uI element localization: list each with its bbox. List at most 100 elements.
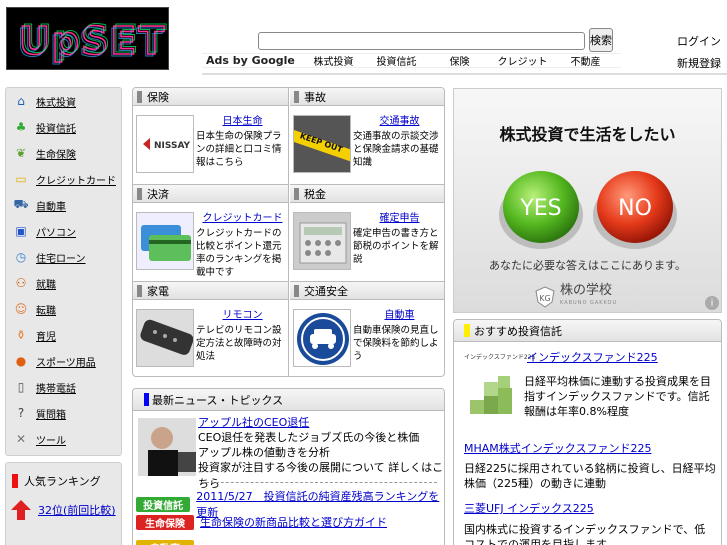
ad-info-icon[interactable]: i (705, 296, 719, 310)
ad-banner[interactable]: 株式投資で生活をしたい YES NO あなたに必要な答えはここにあります。 KG (453, 88, 722, 313)
category-head-text: 保険 (147, 90, 169, 104)
ranking-item-label[interactable]: 32位(前回比較) (38, 502, 116, 518)
red-marker-icon (12, 474, 18, 488)
ads-bar: Ads by Google 株式投資 投資信託 保険 クレジット 不動産 (202, 53, 621, 68)
category-text: クレジットカードの比較とポイント還元率のランキングを掲載中です (196, 228, 282, 278)
sidebar-item-label[interactable]: 質問箱 (36, 406, 66, 421)
sidebar-item-12[interactable]: ▯ 携帯電話 (6, 374, 121, 400)
car-sign-thumbnail[interactable] (293, 309, 351, 367)
fund-link-2[interactable]: MHAM株式インデックスファンド225 (464, 440, 651, 456)
fund-text-2: 日経225に採用されている銘柄に投資し、日経平均株価（225種）の動きに連動 (464, 462, 716, 490)
news-tag-badge[interactable]: 投資信託 (136, 496, 191, 512)
card-icon: ▭ (15, 172, 27, 186)
sidebar-item-13[interactable]: ? 質問箱 (6, 400, 121, 426)
keep-out-tape-thumbnail[interactable]: KEEP OUT (293, 115, 351, 173)
sidebar-item-label[interactable]: 株式投資 (36, 94, 76, 109)
sidebar-item-label[interactable]: 育児 (36, 328, 56, 343)
category-head: 決済 (133, 185, 288, 203)
news-tag-badge[interactable]: 自動車 (136, 540, 194, 545)
ads-by-google-label[interactable]: Ads by Google (202, 54, 302, 67)
sidebar-item-11[interactable]: ● スポーツ用品 (6, 348, 121, 374)
sidebar-item-label[interactable]: 自動車 (36, 198, 66, 213)
sidebar-item-label[interactable]: パソコン (36, 224, 76, 239)
sidebar-item-4[interactable]: ▭ クレジットカード (6, 166, 121, 192)
news-line-1: CEO退任を発表したジョブズ氏の今後と株価 (198, 431, 420, 444)
sidebar-item-5[interactable]: ⛟ 自動車 (6, 192, 121, 218)
sidebar-item-label[interactable]: 就職 (36, 276, 56, 291)
category-text: 交通事故の示談交渉と保険金請求の基礎知識 (353, 131, 439, 168)
fund-text-3: 国内株式に投資するインデックスファンドで、低コストでの運用を目指します (464, 523, 706, 545)
ad-headline: 株式投資で生活をしたい (499, 125, 676, 144)
ad-link-4[interactable]: クレジット (491, 53, 554, 68)
category-head: 交通安全 (290, 282, 444, 300)
question-icon: ? (17, 406, 25, 420)
category-link[interactable]: 日本生命 (199, 112, 286, 127)
news-line-3: 投資家が注目する今後の展開について 詳しくはこちら (198, 461, 444, 490)
category-head: 家電 (133, 282, 288, 300)
ranking-box: 人気ランキング 32位(前回比較) (5, 462, 122, 545)
ranking-title: 人気ランキング (12, 473, 101, 489)
category-text: 自動車保険の見直しで保険料を節約しよう (353, 325, 439, 362)
sidebar-item-label[interactable]: クレジットカード (36, 172, 116, 187)
sidebar-item-2[interactable]: ♣ 投資信託 (6, 114, 121, 140)
news-row: 自動車 (136, 540, 200, 545)
login-link[interactable]: ログイン (677, 33, 721, 49)
ad-subtext: あなたに必要な答えはここにあります。 (489, 259, 686, 272)
sidebar-item-label[interactable]: ツール (36, 432, 66, 447)
search-button[interactable]: 検索 (589, 28, 613, 52)
ad-link-2[interactable]: 投資信託 (365, 53, 428, 68)
house-icon: ⌂ (17, 94, 25, 108)
category-link[interactable]: リモコン (199, 306, 286, 321)
sidebar-item-9[interactable]: ☺ 転職 (6, 296, 121, 322)
fund-link-1[interactable]: インデックスファンド225 (527, 349, 658, 365)
sidebar-item-7[interactable]: ◷ 住宅ローン (6, 244, 121, 270)
sidebar-item-6[interactable]: ▣ パソコン (6, 218, 121, 244)
category-grid: 保険 NISSAY 日本生命 日本生命の保険プランの詳細と口コミ情報はこちら 事故 KEE… (132, 87, 445, 377)
sidebar: ⌂ 株式投資 ♣ 投資信託 ❦ 生命保険 ▭ クレジットカード ⛟ 自動車 ▣ パソコン ◷ 住宅ローン ⚇… (5, 87, 122, 456)
sidebar-item-label[interactable]: スポーツ用品 (36, 354, 96, 369)
calculator-thumbnail[interactable] (293, 212, 351, 270)
up-arrow-icon (11, 500, 31, 520)
shield-logo-icon: KG (535, 286, 555, 308)
ad-link-1[interactable]: 株式投資 (302, 53, 365, 68)
sidebar-item-14[interactable]: ✕ ツール (6, 426, 121, 452)
nissay-logo-thumbnail[interactable]: NISSAY (136, 115, 194, 173)
category-link[interactable]: クレジットカード (199, 209, 286, 224)
news-header-text: 最新ニュース・トピックス (152, 393, 284, 407)
category-head-text: 交通安全 (304, 284, 348, 298)
remote-control-thumbnail[interactable] (136, 309, 194, 367)
sidebar-item-8[interactable]: ⚇ 就職 (6, 270, 121, 296)
register-link[interactable]: 新規登録 (677, 55, 721, 71)
news-line-2: アップル株の値動きを分析 (198, 446, 330, 459)
sidebar-item-label[interactable]: 住宅ローン (36, 250, 86, 265)
ad-link-3[interactable]: 保険 (428, 53, 491, 68)
news-tag-badge[interactable]: 生命保険 (136, 514, 194, 530)
sidebar-item-label[interactable]: 携帯電話 (36, 380, 76, 395)
category-cell-2: 事故 KEEP OUT 交通事故 交通事故の示談交渉と保険金請求の基礎知識 (290, 88, 444, 185)
sidebar-item-10[interactable]: ⚱ 育児 (6, 322, 121, 348)
fund-panel-header-text: おすすめ投資信託 (474, 324, 562, 338)
ad-logo-mark: KG (539, 294, 550, 303)
sidebar-item-label[interactable]: 投資信託 (36, 120, 76, 135)
category-link[interactable]: 交通事故 (356, 112, 443, 127)
news-thumbnail[interactable] (138, 418, 196, 476)
fund-blocks-icon[interactable] (470, 374, 522, 416)
category-head: 税金 (290, 185, 444, 203)
fund-link-3[interactable]: 三菱UFJ インデックス225 (464, 500, 594, 516)
news-title-link[interactable]: アップル社のCEO退任 (198, 414, 309, 430)
sidebar-item-1[interactable]: ⌂ 株式投資 (6, 88, 121, 114)
category-link[interactable]: 確定申告 (356, 209, 443, 224)
news-row-link[interactable]: 生命保険の新商品比較と選び方ガイド (200, 514, 387, 530)
category-link[interactable]: 自動車 (356, 306, 443, 321)
credit-cards-thumbnail[interactable] (136, 212, 194, 270)
sidebar-item-label[interactable]: 転職 (36, 302, 56, 317)
leaf-icon: ❦ (15, 146, 27, 160)
yes-label: YES (519, 196, 561, 221)
fund-thumb-label: インデックスファンド225 (464, 354, 536, 361)
ad-link-5[interactable]: 不動産 (554, 53, 617, 68)
sidebar-item-label[interactable]: 生命保険 (36, 146, 76, 161)
sidebar-item-3[interactable]: ❦ 生命保険 (6, 140, 121, 166)
site-logo[interactable]: UpSET UpSET UpSET (6, 7, 169, 70)
ranking-item[interactable]: 32位(前回比較) (10, 499, 116, 521)
search-input[interactable] (258, 32, 585, 50)
